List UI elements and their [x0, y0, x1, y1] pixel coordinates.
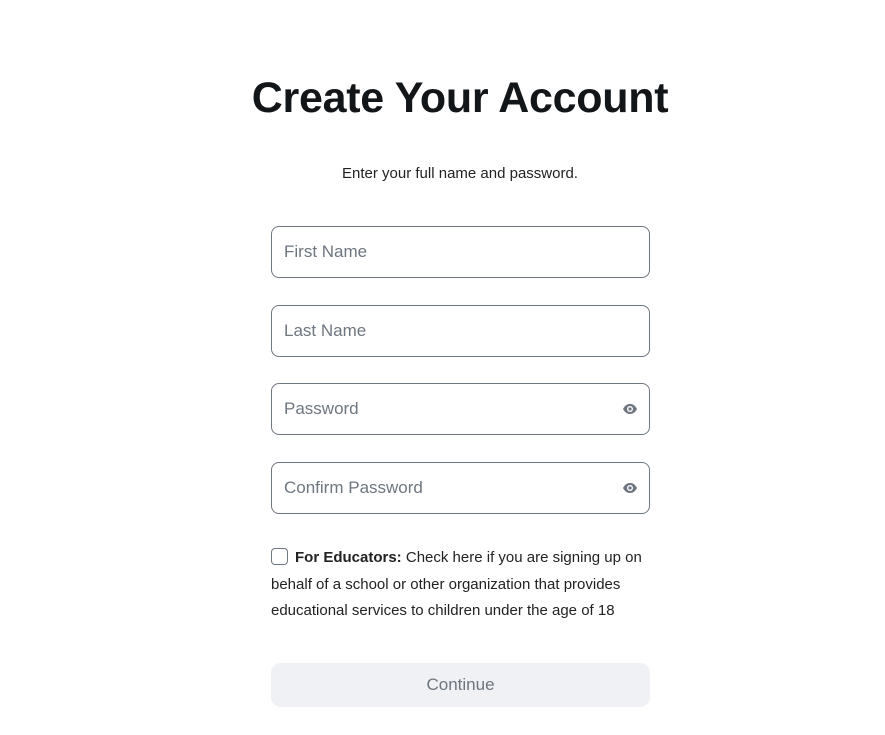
password-field[interactable] — [271, 383, 650, 435]
create-account-page: Create Your Account Enter your full name… — [0, 0, 885, 735]
last-name-field[interactable] — [271, 305, 650, 357]
password-input[interactable] — [284, 384, 604, 434]
last-name-input[interactable] — [284, 306, 604, 356]
eye-icon[interactable] — [622, 401, 638, 417]
educators-option: For Educators: Check here if you are sig… — [271, 545, 661, 625]
page-title: Create Your Account — [251, 74, 669, 122]
educators-checkbox[interactable] — [271, 548, 288, 565]
educators-label-bold: For Educators: — [295, 549, 402, 566]
confirm-password-input[interactable] — [284, 463, 604, 513]
page-subtitle: Enter your full name and password. — [342, 165, 578, 182]
first-name-field[interactable] — [271, 226, 650, 278]
confirm-password-field[interactable] — [271, 462, 650, 514]
continue-button[interactable]: Continue — [271, 663, 650, 707]
eye-icon[interactable] — [622, 480, 638, 496]
first-name-input[interactable] — [284, 227, 604, 277]
